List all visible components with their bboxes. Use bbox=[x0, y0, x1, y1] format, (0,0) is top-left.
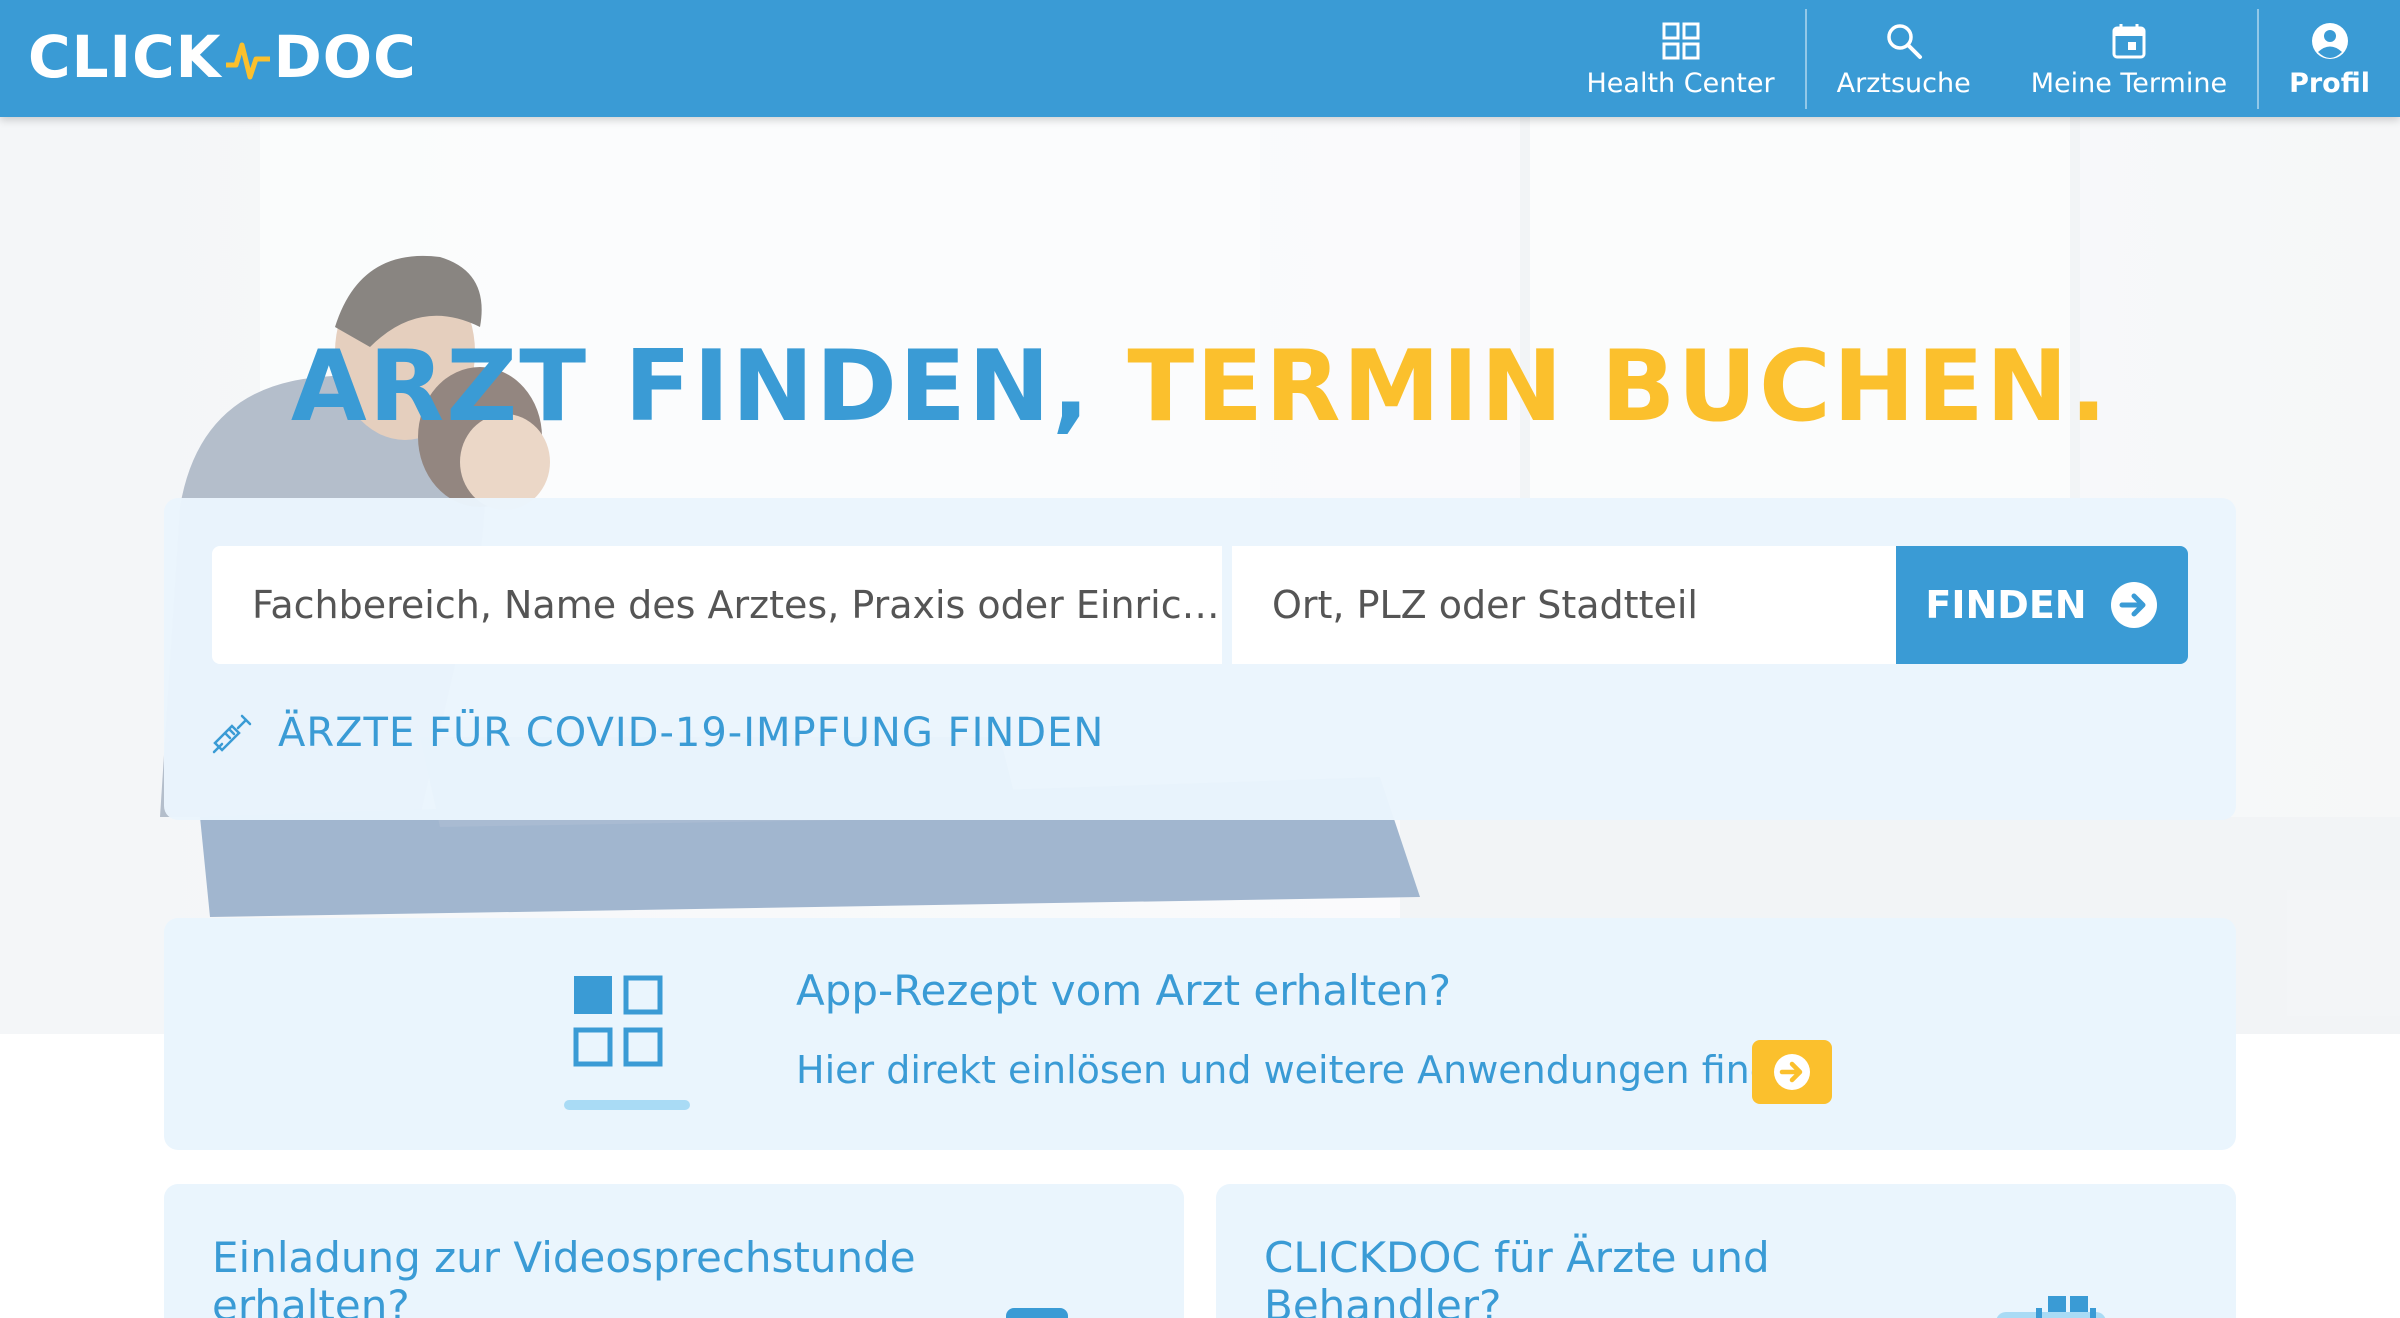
nav-meine-termine[interactable]: Meine Termine bbox=[2001, 0, 2257, 117]
covid-link-label: ÄRZTE FÜR COVID-19-IMPFUNG FINDEN bbox=[278, 710, 1105, 756]
calendar-icon bbox=[2111, 18, 2147, 64]
video-consultation-card[interactable]: Einladung zur Videosprechstunde erhalten… bbox=[164, 1184, 1184, 1318]
profile-icon bbox=[2310, 18, 2350, 64]
nav-arztsuche[interactable]: Arztsuche bbox=[1807, 0, 2001, 117]
search-card: Fachbereich, Name des Arztes, Praxis ode… bbox=[164, 498, 2236, 820]
syringe-icon bbox=[212, 714, 252, 754]
specialty-placeholder: Fachbereich, Name des Arztes, Praxis ode… bbox=[252, 583, 1220, 627]
app-card-title: App-Rezept vom Arzt erhalten? bbox=[796, 966, 1451, 1015]
covid-vaccination-link[interactable]: ÄRZTE FÜR COVID-19-IMPFUNG FINDEN bbox=[212, 710, 1104, 756]
grid-icon bbox=[1662, 18, 1700, 64]
main-nav: Health Center Arztsuche Meine Termine Pr… bbox=[1556, 0, 2400, 117]
logo-text-click: CLICK bbox=[28, 23, 222, 91]
video-card-title: Einladung zur Videosprechstunde erhalten… bbox=[212, 1233, 916, 1318]
doctors-info-card[interactable]: CLICKDOC für Ärzte und Behandler? bbox=[1216, 1184, 2236, 1318]
video-icon bbox=[1006, 1308, 1068, 1318]
search-icon bbox=[1885, 18, 1923, 64]
headline-part-yellow: TERMIN BUCHEN. bbox=[1127, 330, 2110, 444]
top-navigation-bar: CLICK DOC Health Center Arztsuche Meine … bbox=[0, 0, 2400, 117]
apps-grid-icon bbox=[564, 975, 690, 1110]
doctors-card-title: CLICKDOC für Ärzte und Behandler? bbox=[1264, 1233, 1770, 1318]
calendar-quote-icon bbox=[1996, 1296, 2106, 1318]
headline-comma: , bbox=[1051, 330, 1092, 444]
headline-part-blue: ARZT FINDEN bbox=[290, 330, 1052, 444]
location-search-input[interactable]: Ort, PLZ oder Stadtteil bbox=[1232, 546, 1896, 664]
find-button-label: FINDEN bbox=[1925, 583, 2087, 627]
arrow-right-circle-icon bbox=[1774, 1054, 1810, 1090]
app-card-subtitle: Hier direkt einlösen und weitere Anwendu… bbox=[796, 1048, 1822, 1092]
nav-health-center[interactable]: Health Center bbox=[1556, 0, 1804, 117]
logo-pulse-icon bbox=[225, 42, 270, 80]
arrow-right-circle-icon bbox=[2110, 582, 2157, 628]
app-prescription-card[interactable]: App-Rezept vom Arzt erhalten? Hier direk… bbox=[164, 918, 2236, 1150]
location-placeholder: Ort, PLZ oder Stadtteil bbox=[1272, 583, 1698, 627]
nav-label: Meine Termine bbox=[2030, 68, 2228, 99]
find-button[interactable]: FINDEN bbox=[1896, 546, 2188, 664]
nav-label: Profil bbox=[2289, 68, 2370, 99]
nav-label: Health Center bbox=[1586, 68, 1775, 99]
nav-label: Arztsuche bbox=[1836, 68, 1971, 99]
app-card-arrow-button[interactable] bbox=[1752, 1040, 1832, 1104]
logo-text-doc: DOC bbox=[273, 23, 417, 91]
clickdoc-logo[interactable]: CLICK DOC bbox=[28, 22, 417, 92]
hero-headline: ARZT FINDEN, TERMIN BUCHEN. bbox=[0, 330, 2400, 444]
nav-profil[interactable]: Profil bbox=[2259, 0, 2400, 117]
specialty-search-input[interactable]: Fachbereich, Name des Arztes, Praxis ode… bbox=[212, 546, 1222, 664]
